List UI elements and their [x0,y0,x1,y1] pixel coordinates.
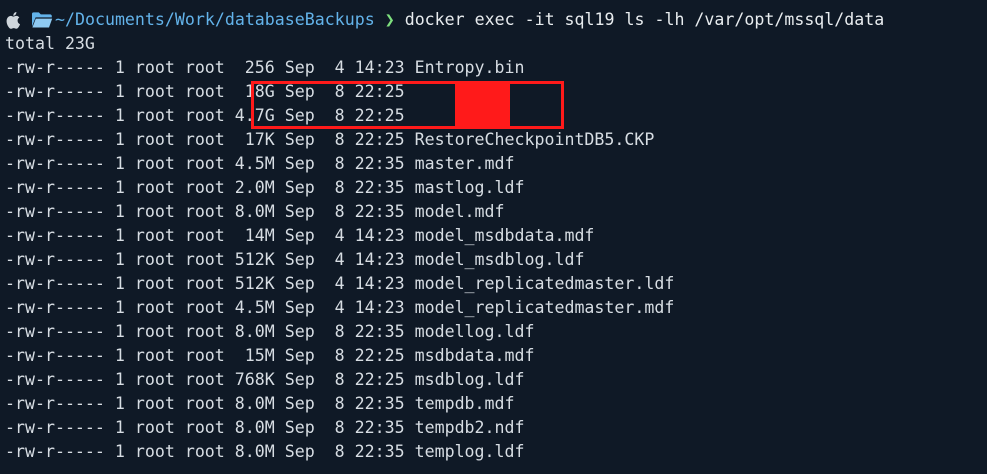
file-row: -rw-r----- 1 root root 8.0M Sep 8 22:35 … [5,322,535,341]
file-row: -rw-r----- 1 root root 256 Sep 4 14:23 E… [5,58,525,77]
terminal-window[interactable]: ~/Documents/Work/databaseBackups ❯ docke… [5,8,987,464]
redaction-block [455,84,510,128]
prompt-line: ~/Documents/Work/databaseBackups ❯ docke… [5,8,987,32]
file-row: -rw-r----- 1 root root 8.0M Sep 8 22:35 … [5,202,505,221]
file-row: -rw-r----- 1 root root 8.0M Sep 8 22:35 … [5,418,525,437]
file-row: -rw-r----- 1 root root 512K Sep 4 14:23 … [5,274,675,293]
file-row: -rw-r----- 1 root root 512K Sep 4 14:23 … [5,250,585,269]
prompt-chevron: ❯ [384,10,395,29]
file-row: -rw-r----- 1 root root 15M Sep 8 22:25 m… [5,346,535,365]
file-row: -rw-r----- 1 root root 8.0M Sep 8 22:35 … [5,442,525,461]
apple-icon [6,12,20,29]
file-row: -rw-r----- 1 root root 4.5M Sep 4 14:23 … [5,298,675,317]
total-line: total 23G [5,34,95,53]
file-row: -rw-r----- 1 root root 14M Sep 4 14:23 m… [5,226,595,245]
folder-icon [32,12,53,28]
file-row: -rw-r----- 1 root root 2.0M Sep 8 22:35 … [5,178,525,197]
command-text: docker exec -it sql19 ls -lh /var/opt/ms… [404,10,885,29]
file-row: -rw-r----- 1 root root 17K Sep 8 22:25 R… [5,130,655,149]
file-row: -rw-r----- 1 root root 8.0M Sep 8 22:35 … [5,394,515,413]
file-row: -rw-r----- 1 root root 768K Sep 8 22:25 … [5,370,525,389]
highlight-box [251,81,564,129]
file-row: -rw-r----- 1 root root 4.5M Sep 8 22:35 … [5,154,515,173]
prompt-path: ~/Documents/Work/databaseBackups [55,10,375,29]
